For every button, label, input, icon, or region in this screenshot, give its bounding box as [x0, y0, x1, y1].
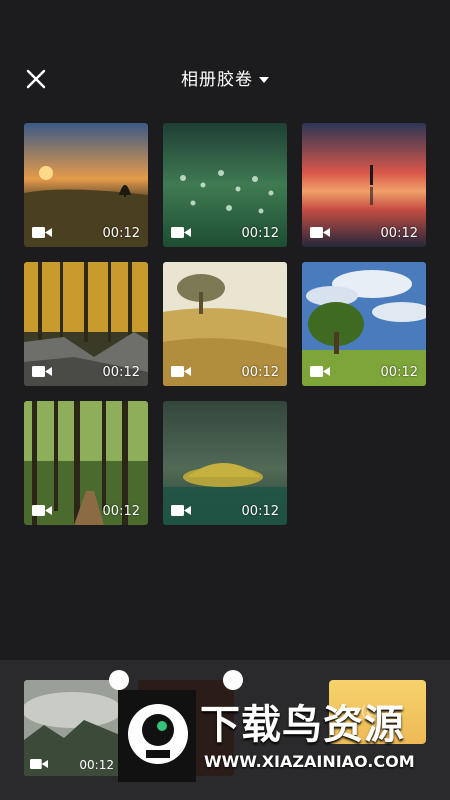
video-camera-icon [310, 227, 330, 238]
video-camera-icon [30, 759, 48, 769]
video-duration: 00:12 [102, 365, 140, 380]
remove-clip-button[interactable] [109, 670, 129, 690]
remove-clip-button[interactable] [223, 670, 243, 690]
video-duration: 00:12 [241, 226, 279, 241]
media-tile[interactable]: 00:12 [302, 123, 426, 247]
video-camera-icon [32, 505, 52, 516]
video-camera-icon [32, 227, 52, 238]
media-tile[interactable]: 00:12 [302, 262, 426, 386]
video-duration: 00:12 [241, 365, 279, 380]
media-tile[interactable]: 00:12 [24, 401, 148, 525]
page-title: 相册胶卷 [181, 70, 253, 90]
video-camera-icon [171, 366, 191, 377]
video-camera-icon [171, 505, 191, 516]
video-duration: 00:12 [102, 504, 140, 519]
album-selector[interactable]: 相册胶卷 [0, 65, 450, 90]
media-tile[interactable]: 00:12 [24, 262, 148, 386]
video-camera-icon [32, 366, 52, 377]
top-bar: 相册胶卷 [0, 55, 450, 103]
video-duration: 00:12 [380, 226, 418, 241]
video-duration: 00:12 [102, 226, 140, 241]
media-tile[interactable]: 00:12 [24, 123, 148, 247]
caret-down-icon [259, 77, 269, 83]
media-tile[interactable]: 00:12 [163, 401, 287, 525]
bird-logo-icon [118, 690, 196, 782]
video-camera-icon [171, 227, 191, 238]
watermark-title: 下载鸟资源 [200, 702, 405, 748]
video-camera-icon [310, 366, 330, 377]
video-duration: 00:12 [241, 504, 279, 519]
watermark: 下载鸟资源 WWW.XIAZAINIAO.COM [118, 690, 418, 782]
selected-clip[interactable]: 00:12 [24, 680, 120, 776]
media-tile[interactable]: 00:12 [163, 262, 287, 386]
watermark-url: WWW.XIAZAINIAO.COM [204, 752, 415, 771]
video-duration: 00:12 [79, 758, 114, 772]
watermark-text: 下载鸟资源 WWW.XIAZAINIAO.COM [200, 690, 418, 782]
video-duration: 00:12 [380, 365, 418, 380]
media-tile[interactable]: 00:12 [163, 123, 287, 247]
